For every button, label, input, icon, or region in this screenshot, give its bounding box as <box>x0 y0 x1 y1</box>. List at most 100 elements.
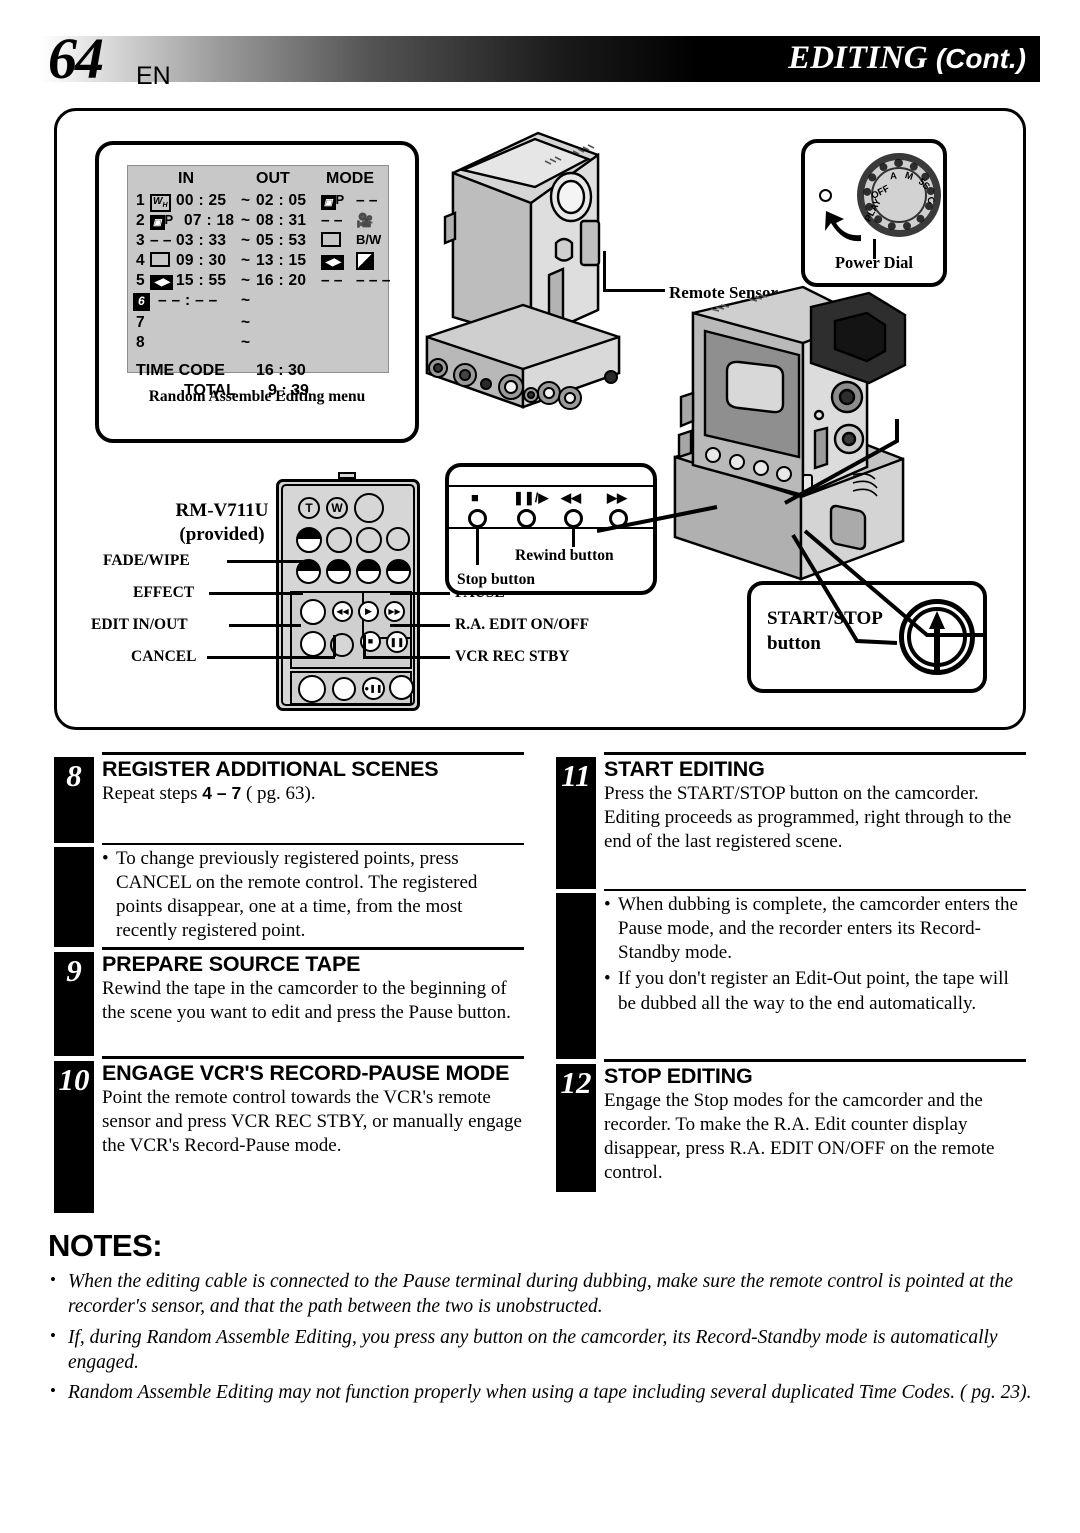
osd-mode-half-icon <box>356 252 374 273</box>
deck-rewind-icon: ◀◀ <box>561 490 581 505</box>
remote-provided-note: (provided) <box>179 523 265 545</box>
osd-row-index: 1 <box>136 192 145 209</box>
page-language-code: EN <box>136 62 171 90</box>
osd-header-out: OUT <box>256 170 290 187</box>
step-11: 11 START EDITING Press the START/STOP bu… <box>556 752 1026 1059</box>
manual-page: 64 EN EDITING (Cont.) IN OUT MODE 1 WH 0… <box>0 0 1080 1533</box>
step-text: Point the remote control towards the VCR… <box>102 1087 522 1157</box>
osd-in-time: 00 : 25 <box>176 192 227 209</box>
osd-header-in: IN <box>178 170 194 187</box>
osd-tilde: ~ <box>241 212 251 229</box>
remote-button-row2-1[interactable] <box>296 527 322 553</box>
leader-vcr-rec-stby <box>363 656 450 659</box>
osd-mode: – – – <box>356 272 391 289</box>
osd-in-time: 09 : 30 <box>176 252 227 269</box>
remote-pause-icon: ❚❚ <box>389 637 405 647</box>
remote-model-name: RM-V711U <box>175 500 269 521</box>
step-title: START EDITING <box>604 757 765 781</box>
osd-row: 1 WH 00 : 25 ~ 02 : 05 ▣ P – – <box>128 192 388 212</box>
osd-caption: Random Assemble Editing menu <box>148 388 366 405</box>
osd-in-mark-icon: WH <box>150 192 171 212</box>
leader-edit-in-out <box>229 624 301 627</box>
osd-in-mark-icon: ▣ P <box>150 212 173 230</box>
remote-sensor-leader-drop <box>603 251 606 291</box>
remote-button-row2-4[interactable] <box>386 527 410 551</box>
page-header: 64 EN EDITING (Cont.) <box>40 30 1040 90</box>
remote-shift-right-icon[interactable] <box>326 559 351 584</box>
remote-control: T W ◀◀ ▶ ▶▶ ■ ❚❚ ●❚❚ <box>276 472 420 711</box>
osd-in-time: 03 : 33 <box>176 232 227 249</box>
step-text: Repeat steps 4 – 7 ( pg. 63). <box>102 783 316 805</box>
step-rule <box>102 947 524 950</box>
step-number-tab: 8 <box>54 757 94 843</box>
osd-row-index-highlight: 6 <box>133 292 150 311</box>
osd-time-code-value: 16 : 30 <box>256 362 306 379</box>
osd-in-time: 07 : 18 <box>184 212 235 229</box>
deck-stop-label: Stop button <box>457 571 535 588</box>
osd-out-time: 05 : 53 <box>256 232 307 249</box>
step-sub-rule <box>604 889 1026 891</box>
osd-out-time: 16 : 20 <box>256 272 307 289</box>
bullet-item: If you don't register an Edit-Out point,… <box>604 967 1026 1015</box>
remote-shift-down-icon[interactable] <box>386 559 411 584</box>
osd-tilde: ~ <box>241 232 251 249</box>
remote-rec-pause-icon: ●❚❚ <box>364 684 383 693</box>
remote-button-row2-2[interactable] <box>326 527 352 553</box>
steps-column-left: 8 REGISTER ADDITIONAL SCENES Repeat step… <box>54 752 524 1213</box>
osd-row-index: 7 <box>136 314 145 331</box>
osd-mode: B/W <box>356 232 382 247</box>
leader-rewind-button <box>572 525 575 547</box>
osd-out-mark-icon: ▣ P <box>321 192 344 210</box>
section-title-cont: (Cont.) <box>935 43 1026 74</box>
step-title: PREPARE SOURCE TAPE <box>102 952 361 976</box>
osd-row-index: 3 <box>136 232 145 249</box>
leader-effect <box>209 592 303 595</box>
osd-mode: – – <box>356 192 378 209</box>
section-title: EDITING (Cont.) <box>788 40 1026 77</box>
osd-row: 3 – – 03 : 33 ~ 05 : 53 B/W <box>128 232 388 250</box>
remote-display-button[interactable] <box>354 493 384 523</box>
step-rule <box>604 1059 1026 1062</box>
remote-play-icon: ▶ <box>365 606 372 616</box>
remote-effect-button[interactable] <box>300 631 326 657</box>
osd-row: 8 ~ <box>128 334 388 352</box>
remote-shift-up-icon[interactable] <box>356 559 381 584</box>
remote-fade-wipe-button[interactable] <box>300 599 326 625</box>
power-dial-leader <box>873 239 876 259</box>
osd-in-mark-icon <box>150 252 170 272</box>
osd-row-index: 4 <box>136 252 145 269</box>
leader-ra-edit <box>390 624 450 627</box>
note-item: Random Assemble Editing may not function… <box>48 1380 1038 1405</box>
leader-stop-button <box>476 525 479 565</box>
remote-label-cancel: CANCEL <box>131 648 197 665</box>
osd-row-index: 2 <box>136 212 145 229</box>
deck-pause-play-button[interactable] <box>517 509 536 528</box>
osd-mode-camera-icon: 🎥 <box>356 212 374 228</box>
power-dial-index-dot <box>819 189 832 202</box>
osd-in-mark-icon: ◀▶ <box>150 272 174 290</box>
osd-in-time: 15 : 55 <box>176 272 227 289</box>
osd-header-mode: MODE <box>326 170 374 187</box>
osd-out-time: 08 : 31 <box>256 212 307 229</box>
bullet-item: When dubbing is complete, the camcorder … <box>604 893 1026 965</box>
osd-in-time: – – : – – <box>158 292 218 309</box>
remote-label-effect: EFFECT <box>133 584 195 601</box>
figure-panel: IN OUT MODE 1 WH 00 : 25 ~ 02 : 05 ▣ P – … <box>54 108 1026 730</box>
remote-label-edit-in-out: EDIT IN/OUT <box>91 616 188 633</box>
remote-zoom-t-label: T <box>305 501 313 515</box>
osd-row: 5 ◀▶ 15 : 55 ~ 16 : 20 – – – – – <box>128 272 391 290</box>
power-dial-pos-a: A <box>889 170 898 183</box>
remote-cancel-button[interactable] <box>332 677 356 701</box>
remote-label-vcr-rec-stby: VCR REC STBY <box>455 648 570 665</box>
osd-out-mark: – – <box>321 272 343 289</box>
osd-tilde: ~ <box>241 272 251 289</box>
remote-button-row2-3[interactable] <box>356 527 382 553</box>
remote-ra-edit-on-off-button[interactable] <box>389 675 414 700</box>
bullet-item: To change previously registered points, … <box>102 847 524 944</box>
osd-tilde: ~ <box>241 252 251 269</box>
step-bullets: To change previously registered points, … <box>102 847 524 944</box>
power-dial-callout: PLAY OFF A M 5S C Power Dial <box>801 139 947 287</box>
osd-screen: IN OUT MODE 1 WH 00 : 25 ~ 02 : 05 ▣ P – … <box>127 165 391 399</box>
remote-edit-in-out-button[interactable] <box>298 675 326 703</box>
osd-tilde: ~ <box>241 292 251 309</box>
